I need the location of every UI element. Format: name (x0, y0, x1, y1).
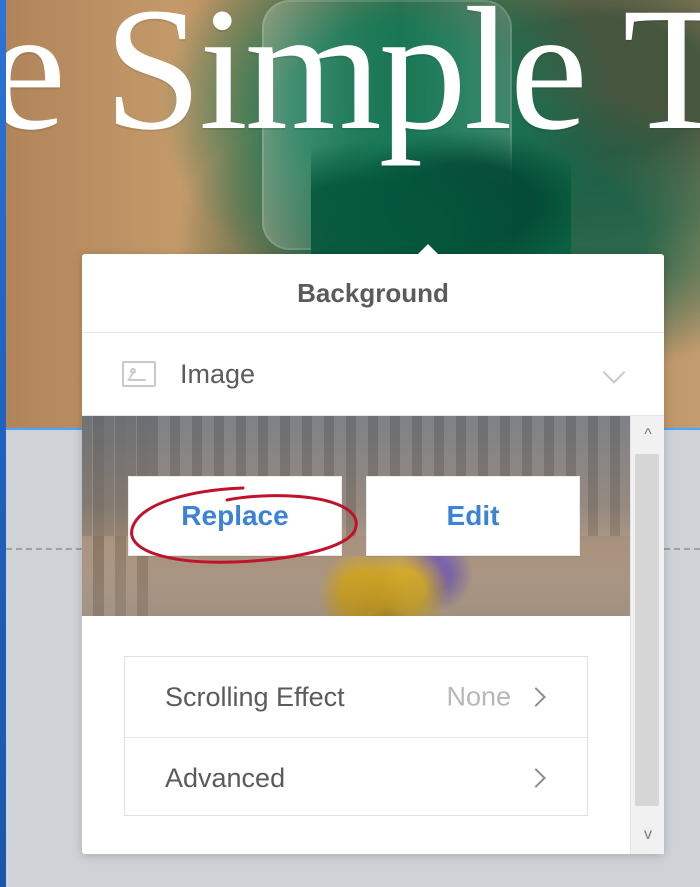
scroll-thumb[interactable] (635, 454, 659, 806)
editor-canvas: e Simple T Background Image Replace Edit (6, 0, 700, 887)
replace-button[interactable]: Replace (128, 476, 342, 556)
advanced-row[interactable]: Advanced (125, 737, 587, 818)
background-image-preview: Replace Edit (82, 416, 630, 616)
chevron-right-icon (526, 687, 546, 707)
background-type-label: Image (180, 358, 256, 389)
popover-title-text: Background (297, 277, 449, 308)
replace-button-label: Replace (181, 500, 289, 531)
image-icon (122, 361, 156, 387)
scroll-up-button[interactable]: ^ (631, 422, 664, 448)
background-options: Scrolling Effect None Advanced (124, 656, 588, 816)
popover-scroll-area[interactable]: Replace Edit Scrolling Effect None Advan… (82, 416, 664, 854)
background-popover: Background Image Replace Edit Scrolling … (82, 244, 664, 854)
advanced-label: Advanced (165, 762, 286, 793)
background-type-dropdown[interactable]: Image (82, 333, 664, 416)
scroll-down-button[interactable]: v (631, 822, 664, 848)
scroll-up-icon: ^ (644, 426, 652, 443)
popover-caret (418, 244, 438, 254)
popover-scrollbar[interactable]: ^ v (630, 416, 664, 854)
chevron-down-icon (602, 361, 626, 384)
scrolling-effect-label: Scrolling Effect (165, 681, 345, 712)
scroll-down-icon: v (644, 826, 652, 843)
scrolling-effect-row[interactable]: Scrolling Effect None (125, 657, 587, 737)
popover-title: Background (82, 254, 664, 333)
chevron-right-icon (526, 768, 546, 788)
edit-button[interactable]: Edit (366, 476, 580, 556)
edit-button-label: Edit (446, 500, 500, 531)
scrolling-effect-value: None (446, 681, 511, 712)
hero-title: e Simple T (6, 0, 700, 167)
